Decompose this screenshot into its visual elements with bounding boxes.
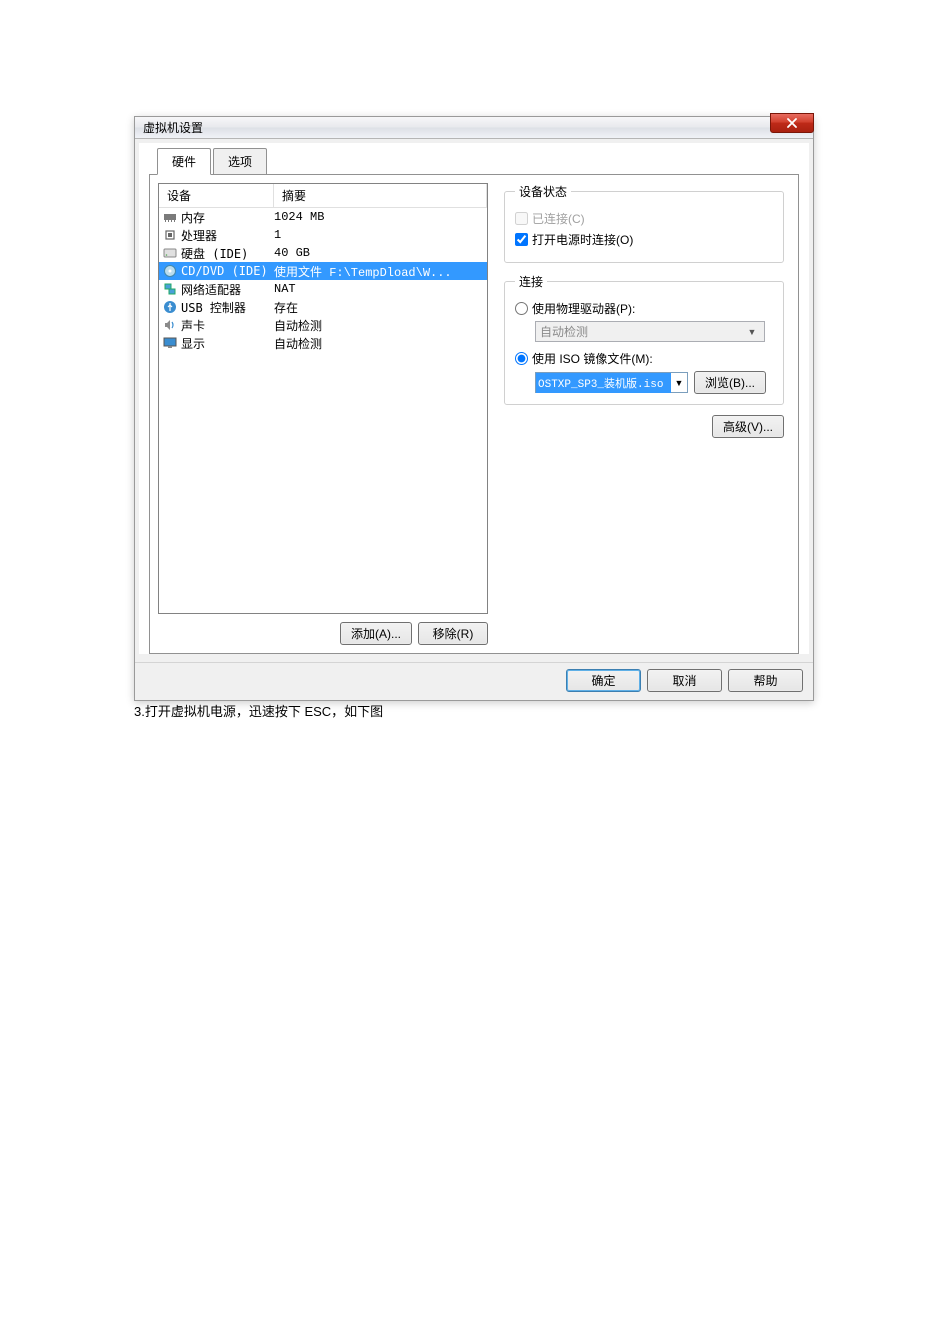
sound-icon (163, 318, 177, 332)
device-row-memory[interactable]: 内存 1024 MB (159, 208, 487, 226)
chevron-down-icon: ▼ (744, 327, 760, 337)
dialog-footer: 确定 取消 帮助 (135, 662, 813, 700)
physical-drive-row: 使用物理驱动器(P): (515, 300, 773, 317)
device-status-group: 设备状态 已连接(C) 打开电源时连接(O) (504, 183, 784, 263)
device-row-display[interactable]: 显示 自动检测 (159, 334, 487, 352)
close-icon (787, 118, 797, 128)
browse-button[interactable]: 浏览(B)... (694, 371, 766, 394)
connect-on-power-checkbox[interactable] (515, 233, 528, 246)
device-summary: NAT (274, 282, 487, 296)
device-summary: 1024 MB (274, 210, 487, 224)
device-name: 显示 (181, 335, 205, 352)
auto-detect-text: 自动检测 (540, 323, 588, 340)
device-name: 处理器 (181, 227, 217, 244)
iso-file-radio[interactable] (515, 352, 528, 365)
device-row-hdd[interactable]: 硬盘 (IDE) 40 GB (159, 244, 487, 262)
connected-row: 已连接(C) (515, 210, 773, 227)
device-row-usb[interactable]: USB 控制器 存在 (159, 298, 487, 316)
physical-drive-select: 自动检测 ▼ (535, 321, 765, 342)
device-row-cdrom[interactable]: CD/DVD (IDE) 使用文件 F:\TempDload\W... (159, 262, 487, 280)
vm-settings-dialog: 虚拟机设置 硬件 选项 设备 (134, 116, 814, 701)
device-row-sound[interactable]: 声卡 自动检测 (159, 316, 487, 334)
device-summary: 使用文件 F:\TempDload\W... (274, 263, 487, 280)
tabs: 硬件 选项 (157, 148, 809, 175)
device-summary: 1 (274, 228, 487, 242)
header-device[interactable]: 设备 (159, 184, 274, 207)
window-title: 虚拟机设置 (143, 119, 203, 136)
physical-drive-label[interactable]: 使用物理驱动器(P): (532, 300, 635, 317)
caption-text: 3.打开虚拟机电源，迅速按下 ESC，如下图 (134, 701, 816, 720)
connect-on-power-label[interactable]: 打开电源时连接(O) (532, 231, 633, 248)
connected-label: 已连接(C) (532, 210, 585, 227)
iso-path-text: OSTXP_SP3_装机版.iso (536, 373, 671, 393)
device-name: CD/DVD (IDE) (181, 264, 268, 278)
device-name: 声卡 (181, 317, 205, 334)
connection-group: 连接 使用物理驱动器(P): 自动检测 ▼ (504, 273, 784, 405)
display-icon (163, 336, 177, 350)
device-name: 内存 (181, 209, 205, 226)
physical-drive-radio[interactable] (515, 302, 528, 315)
connection-legend: 连接 (515, 273, 547, 290)
tab-options[interactable]: 选项 (213, 148, 267, 175)
close-button[interactable] (770, 113, 814, 133)
usb-icon (163, 300, 177, 314)
chevron-down-icon[interactable]: ▼ (671, 378, 687, 388)
iso-path-combo[interactable]: OSTXP_SP3_装机版.iso ▼ (535, 372, 688, 393)
titlebar: 虚拟机设置 (135, 117, 813, 139)
help-button[interactable]: 帮助 (728, 669, 803, 692)
device-name: 网络适配器 (181, 281, 241, 298)
device-name: 硬盘 (IDE) (181, 245, 248, 262)
device-summary: 40 GB (274, 246, 487, 260)
ok-button[interactable]: 确定 (566, 669, 641, 692)
remove-button[interactable]: 移除(R) (418, 622, 488, 645)
device-list-header: 设备 摘要 (159, 184, 487, 208)
cpu-icon (163, 228, 177, 242)
add-button[interactable]: 添加(A)... (340, 622, 412, 645)
device-status-legend: 设备状态 (515, 183, 571, 200)
connected-checkbox (515, 212, 528, 225)
iso-file-row: 使用 ISO 镜像文件(M): (515, 350, 773, 367)
device-summary: 自动检测 (274, 335, 487, 352)
iso-file-label[interactable]: 使用 ISO 镜像文件(M): (532, 350, 653, 367)
cancel-button[interactable]: 取消 (647, 669, 722, 692)
network-icon (163, 282, 177, 296)
device-list[interactable]: 设备 摘要 内存 (158, 183, 488, 614)
advanced-button[interactable]: 高级(V)... (712, 415, 784, 438)
device-row-network[interactable]: 网络适配器 NAT (159, 280, 487, 298)
device-row-cpu[interactable]: 处理器 1 (159, 226, 487, 244)
connect-on-power-row: 打开电源时连接(O) (515, 231, 773, 248)
device-summary: 存在 (274, 299, 487, 316)
header-summary[interactable]: 摘要 (274, 184, 487, 207)
tab-hardware[interactable]: 硬件 (157, 148, 211, 175)
memory-icon (163, 210, 177, 224)
device-name: USB 控制器 (181, 299, 246, 316)
hdd-icon (163, 246, 177, 260)
device-summary: 自动检测 (274, 317, 487, 334)
cd-icon (163, 264, 177, 278)
